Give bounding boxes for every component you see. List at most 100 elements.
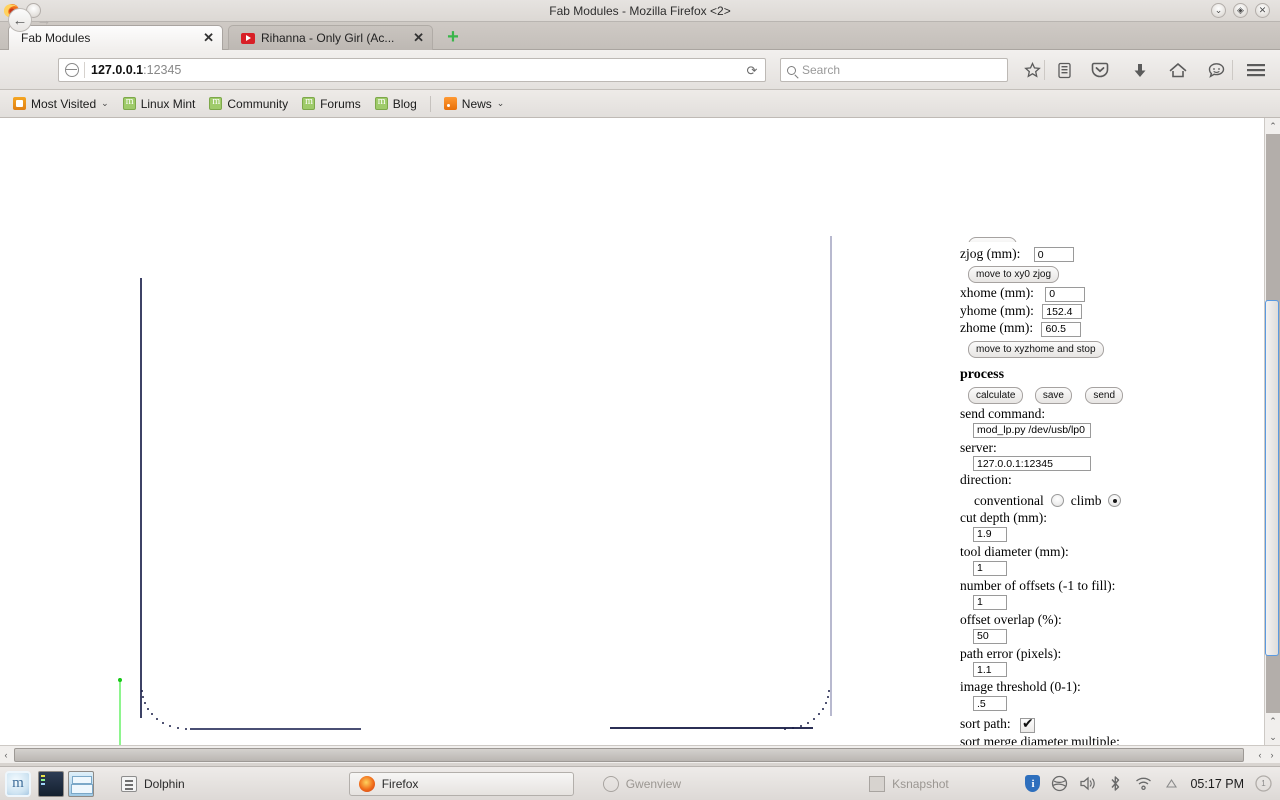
- search-bar[interactable]: Search: [780, 58, 1008, 82]
- bookmark-linux-mint[interactable]: Linux Mint: [118, 95, 201, 113]
- send-command-label: send command:: [960, 405, 1046, 421]
- toolbar-divider: [1044, 60, 1045, 80]
- tab-rihanna-video[interactable]: Rihanna - Only Girl (Ac... ✕: [228, 25, 433, 50]
- scroll-right-arrow-icon[interactable]: ›: [1266, 747, 1278, 763]
- volume-icon[interactable]: [1078, 775, 1096, 793]
- scroll-up-arrow-icon[interactable]: ⌃: [1265, 118, 1280, 134]
- update-shield-icon[interactable]: i: [1025, 775, 1041, 792]
- horizontal-scrollbar-thumb[interactable]: [14, 748, 1244, 762]
- file-manager-launcher-icon[interactable]: [68, 770, 94, 797]
- cut-depth-input[interactable]: [973, 526, 1007, 542]
- sort-merge-diameter-label: sort merge diameter multiple:: [960, 733, 1120, 745]
- path-error-input[interactable]: [973, 662, 1007, 678]
- zjog-input[interactable]: [1033, 247, 1074, 263]
- offset-overlap-label: offset overlap (%):: [960, 611, 1062, 627]
- network-icon[interactable]: [1050, 775, 1068, 793]
- bookmark-community[interactable]: Community: [204, 95, 293, 113]
- reload-icon[interactable]: ⟳: [744, 63, 760, 79]
- show-desktop-icon[interactable]: [38, 770, 64, 797]
- downloads-icon[interactable]: [1128, 58, 1152, 82]
- new-tab-button[interactable]: +: [444, 27, 462, 47]
- task-dolphin[interactable]: Dolphin: [112, 772, 194, 796]
- send-button[interactable]: send: [1085, 386, 1124, 404]
- partial-button-above[interactable]: [968, 237, 1018, 242]
- task-label: Gwenview: [625, 776, 682, 791]
- wifi-icon[interactable]: [1134, 775, 1152, 793]
- desktop-taskbar: m Dolphin Firefox Gwenview Ksnapshot i 0…: [0, 766, 1280, 800]
- xhome-input[interactable]: [1045, 286, 1086, 302]
- image-threshold-input[interactable]: [973, 696, 1007, 712]
- yhome-label: yhome (mm):: [960, 302, 1034, 318]
- clock[interactable]: 05:17 PM: [1190, 777, 1244, 791]
- back-button[interactable]: ←: [8, 8, 32, 32]
- workspace-switcher-icon[interactable]: 1: [1254, 775, 1272, 793]
- offset-overlap-input[interactable]: [973, 628, 1007, 644]
- mint-icon: [209, 96, 223, 110]
- conventional-radio[interactable]: [1050, 494, 1064, 508]
- menu-icon[interactable]: [1244, 58, 1268, 82]
- horizontal-scrollbar[interactable]: ‹ ‹ ›: [0, 745, 1280, 763]
- bookmark-news[interactable]: News ⌄: [439, 95, 510, 113]
- start-menu-button[interactable]: m: [2, 768, 34, 800]
- bookmarks-divider: [429, 95, 431, 112]
- window-title: Fab Modules - Mozilla Firefox <2>: [549, 3, 731, 18]
- bookmark-star-icon[interactable]: [1020, 58, 1044, 82]
- move-to-xyzhome-and-stop-button[interactable]: move to xyzhome and stop: [968, 340, 1104, 358]
- tool-diameter-input[interactable]: [973, 560, 1007, 576]
- toolpath-bottom-left-horizontal: [190, 728, 361, 730]
- url-bar[interactable]: 127.0.0.1:12345 ⟳: [58, 58, 766, 82]
- direction-label: direction:: [960, 472, 1012, 488]
- home-icon[interactable]: [1166, 58, 1190, 82]
- scroll-down-arrow-icon-upper[interactable]: ⌃: [1265, 713, 1280, 729]
- window-minimize-button[interactable]: ⌄: [1211, 3, 1226, 18]
- save-button[interactable]: save: [1034, 386, 1072, 404]
- bookmark-forums[interactable]: Forums: [297, 95, 366, 113]
- process-heading: process: [960, 366, 1005, 382]
- vertical-scrollbar-thumb[interactable]: [1265, 300, 1279, 656]
- eject-icon[interactable]: [1162, 775, 1180, 793]
- send-command-input[interactable]: [973, 422, 1091, 438]
- desktop-screen: Fab Modules - Mozilla Firefox <2> ⌄ ◈ ✕ …: [0, 0, 1280, 800]
- search-icon: [787, 65, 796, 75]
- svg-text:1: 1: [1261, 779, 1266, 788]
- bookmark-label: Linux Mint: [140, 96, 196, 111]
- scroll-down-arrow-icon[interactable]: ⌄: [1265, 729, 1280, 745]
- window-maximize-button[interactable]: ◈: [1233, 3, 1248, 18]
- globe-icon: [65, 63, 79, 77]
- window-close-button[interactable]: ✕: [1255, 3, 1270, 18]
- task-ksnapshot[interactable]: Ksnapshot: [860, 772, 958, 796]
- toolpath-right-guide: [830, 236, 832, 716]
- scroll-left-arrow-icon[interactable]: ‹: [0, 747, 12, 763]
- server-input[interactable]: [973, 456, 1091, 472]
- bookmark-most-visited[interactable]: Most Visited ⌄: [8, 95, 114, 113]
- task-label: Ksnapshot: [892, 776, 949, 791]
- bluetooth-icon[interactable]: [1106, 775, 1124, 793]
- task-gwenview[interactable]: Gwenview: [594, 772, 690, 796]
- zhome-input[interactable]: [1041, 321, 1082, 337]
- yhome-input[interactable]: [1042, 304, 1083, 320]
- sync-chat-icon[interactable]: [1204, 58, 1228, 82]
- task-firefox[interactable]: Firefox: [348, 771, 574, 796]
- zjog-label: zjog (mm):: [960, 246, 1021, 261]
- image-threshold-label: image threshold (0-1):: [960, 679, 1081, 695]
- reader-list-icon[interactable]: [1052, 58, 1076, 82]
- conventional-label: conventional: [974, 492, 1044, 508]
- url-host: 127.0.0.1: [91, 63, 144, 77]
- number-of-offsets-input[interactable]: [973, 594, 1007, 610]
- bookmark-blog[interactable]: Blog: [370, 95, 422, 113]
- zhome-label: zhome (mm):: [960, 320, 1034, 336]
- climb-radio[interactable]: [1108, 494, 1122, 508]
- move-to-xy0-zjog-button[interactable]: move to xy0 zjog: [968, 266, 1060, 284]
- bookmark-label: Forums: [320, 96, 361, 111]
- tab-close-icon[interactable]: ✕: [413, 30, 424, 46]
- origin-marker: [119, 678, 121, 745]
- scroll-right-arrow-icon-1[interactable]: ‹: [1254, 747, 1266, 763]
- tab-close-icon[interactable]: ✕: [203, 30, 214, 46]
- calculate-button[interactable]: calculate: [968, 386, 1024, 404]
- window-titlebar: Fab Modules - Mozilla Firefox <2> ⌄ ◈ ✕: [0, 0, 1280, 22]
- tab-label: Rihanna - Only Girl (Ac...: [261, 31, 395, 45]
- pocket-icon[interactable]: [1088, 58, 1112, 82]
- url-text: 127.0.0.1:12345: [91, 63, 181, 77]
- forward-button[interactable]: →: [32, 8, 56, 32]
- sort-path-checkbox[interactable]: [1020, 716, 1035, 733]
